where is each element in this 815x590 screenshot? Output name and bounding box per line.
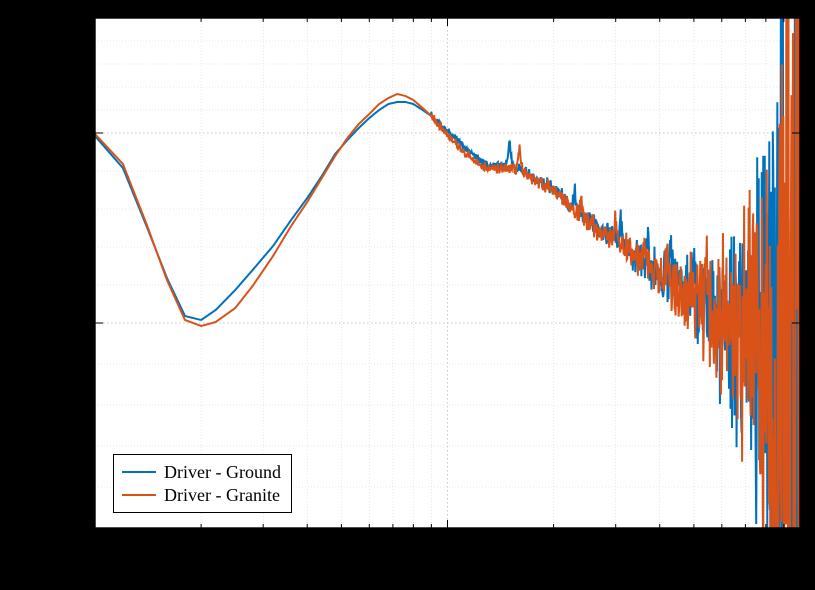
- legend: Driver - Ground Driver - Granite: [113, 454, 292, 513]
- legend-item-ground: Driver - Ground: [122, 461, 281, 484]
- legend-swatch: [122, 471, 156, 473]
- legend-label: Driver - Granite: [164, 484, 280, 507]
- legend-swatch: [122, 494, 156, 496]
- legend-label: Driver - Ground: [164, 461, 281, 484]
- legend-item-granite: Driver - Granite: [122, 484, 281, 507]
